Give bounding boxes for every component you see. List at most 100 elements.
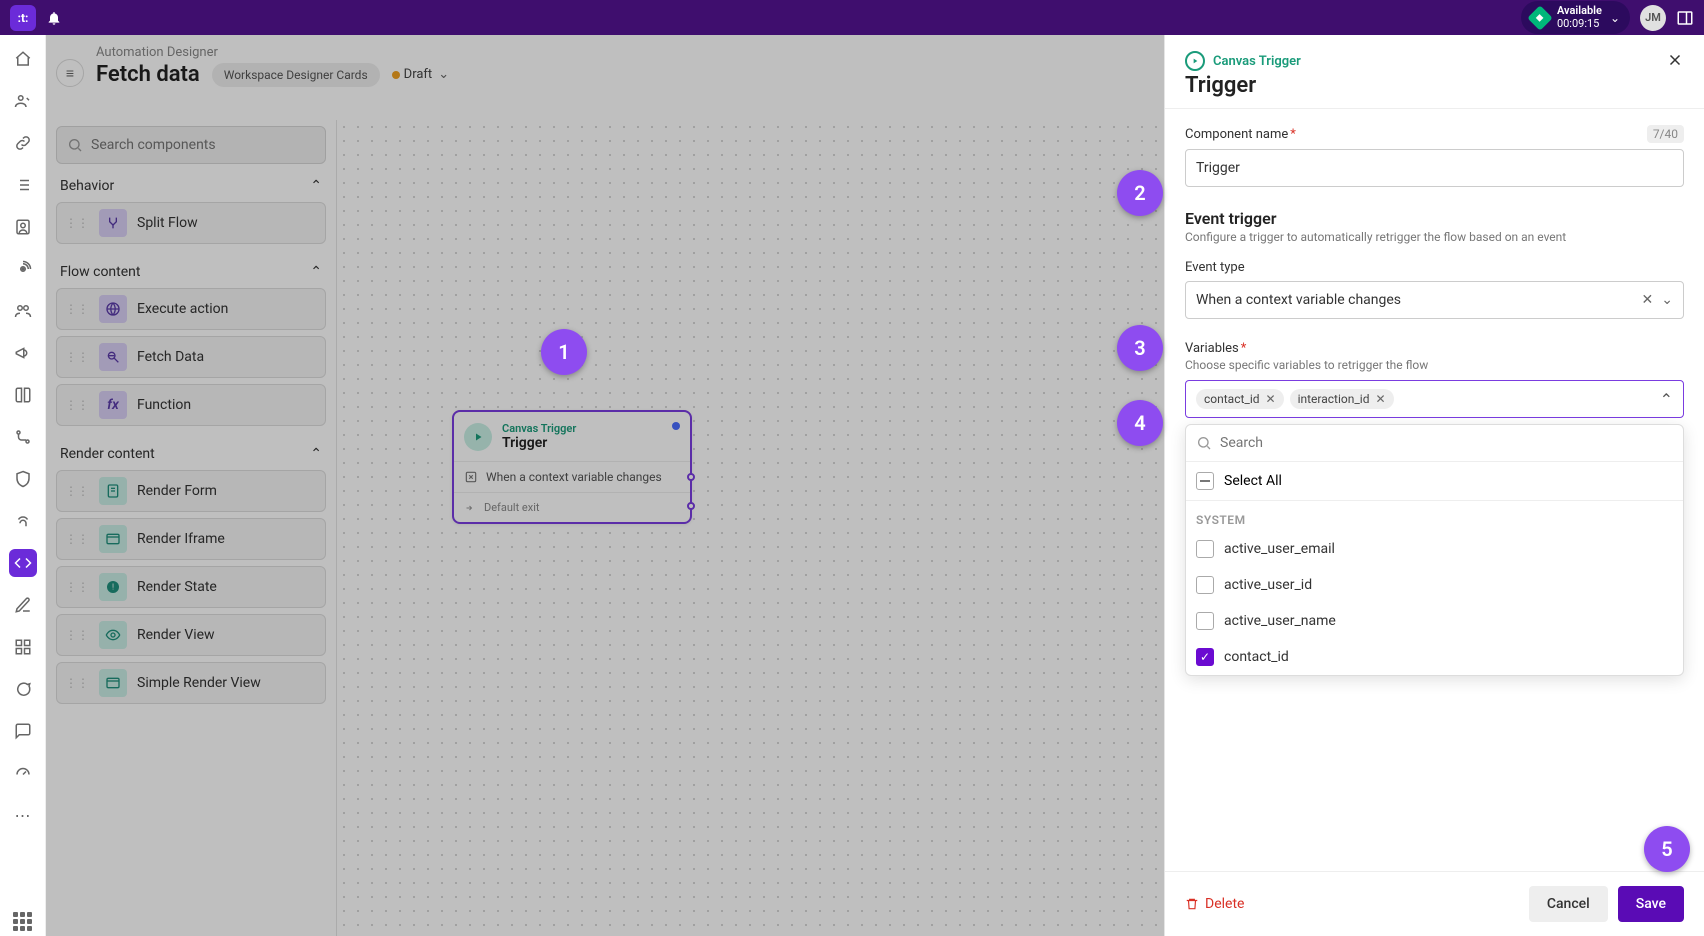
nav-more-icon[interactable]: ⋯ <box>9 801 37 829</box>
component-render-state[interactable]: ⋮⋮ ! Render State <box>56 566 326 608</box>
event-type-label: Event type <box>1185 260 1684 275</box>
variables-help: Choose specific variables to retrigger t… <box>1185 358 1684 372</box>
agent-status-pill[interactable]: ◆ Available 00:09:15 ⌄ <box>1521 1 1630 33</box>
component-function[interactable]: ⋮⋮ fx Function <box>56 384 326 426</box>
status-dot-icon <box>392 71 400 79</box>
layout-panel-icon[interactable] <box>1676 9 1694 27</box>
nav-shield-icon[interactable] <box>9 465 37 493</box>
config-panel: Canvas Trigger Trigger Component name* 7… <box>1164 35 1704 936</box>
save-button[interactable]: Save <box>1618 886 1684 922</box>
checkbox-indeterminate-icon <box>1196 472 1214 490</box>
nav-list-icon[interactable] <box>9 171 37 199</box>
component-execute-action[interactable]: ⋮⋮ Execute action <box>56 288 326 330</box>
event-type-select[interactable]: When a context variable changes ✕ ⌄ <box>1185 281 1684 319</box>
nav-people-icon[interactable] <box>9 87 37 115</box>
nav-chat-icon[interactable] <box>9 675 37 703</box>
variables-multiselect[interactable]: contact_id ✕ interaction_id ✕ ⌃ <box>1185 380 1684 418</box>
dropdown-item[interactable]: ✓ contact_id <box>1186 639 1683 675</box>
trash-icon <box>1185 897 1199 911</box>
collapse-sidebar-button[interactable]: ≡ <box>56 59 84 87</box>
nav-book-icon[interactable] <box>9 381 37 409</box>
chevron-down-icon: ⌄ <box>1610 11 1620 25</box>
nav-home-icon[interactable] <box>9 45 37 73</box>
play-circle-icon <box>1185 51 1205 71</box>
nav-flow-icon[interactable] <box>9 423 37 451</box>
section-render-content[interactable]: Render content ⌃ <box>56 432 326 470</box>
checkbox-checked-icon: ✓ <box>1196 648 1214 666</box>
nav-link-icon[interactable] <box>9 129 37 157</box>
nav-contact-icon[interactable] <box>9 213 37 241</box>
drag-handle-icon: ⋮⋮ <box>65 484 89 498</box>
canvas[interactable]: Canvas Trigger Trigger When a context va… <box>336 120 1164 936</box>
chevron-up-icon: ⌃ <box>310 446 322 462</box>
component-simple-render-view[interactable]: ⋮⋮ Simple Render View <box>56 662 326 704</box>
node-type-label: Canvas Trigger <box>502 422 576 435</box>
component-name-label: Component name* <box>1185 127 1296 142</box>
event-trigger-title: Event trigger <box>1185 209 1684 228</box>
chip-remove-icon[interactable]: ✕ <box>1266 392 1276 406</box>
apps-launcher-icon[interactable] <box>9 908 37 936</box>
form-icon <box>99 477 127 505</box>
chip-remove-icon[interactable]: ✕ <box>1375 392 1385 406</box>
nav-team-icon[interactable] <box>9 297 37 325</box>
app-logo[interactable]: :t: <box>10 5 36 31</box>
component-render-view[interactable]: ⋮⋮ Render View <box>56 614 326 656</box>
search-components-input[interactable] <box>56 126 326 164</box>
state-icon: ! <box>99 573 127 601</box>
nav-gauge-icon[interactable] <box>9 759 37 787</box>
component-fetch-data[interactable]: ⋮⋮ Fetch Data <box>56 336 326 378</box>
workspace: ≡ Automation Designer Fetch data Workspa… <box>46 35 1164 936</box>
eye-icon <box>99 621 127 649</box>
workspace-status[interactable]: Draft ⌄ <box>392 67 449 82</box>
nav-code-icon[interactable] <box>9 549 37 577</box>
nav-chat2-icon[interactable] <box>9 717 37 745</box>
nav-edit-icon[interactable] <box>9 591 37 619</box>
user-avatar[interactable]: JM <box>1640 5 1666 31</box>
function-icon: fx <box>99 391 127 419</box>
checkbox-icon <box>1196 540 1214 558</box>
chevron-up-icon: ⌃ <box>310 264 322 280</box>
nav-radar-icon[interactable] <box>9 255 37 283</box>
nav-fingerprint-icon[interactable] <box>9 507 37 535</box>
variables-dropdown: Select All SYSTEM active_user_email acti… <box>1185 424 1684 676</box>
clear-icon[interactable]: ✕ <box>1642 292 1654 308</box>
breadcrumb: Automation Designer <box>96 45 1144 60</box>
panel-type-label: Canvas Trigger <box>1185 51 1301 71</box>
annotation-4: 4 <box>1117 400 1163 446</box>
drag-handle-icon: ⋮⋮ <box>65 580 89 594</box>
section-flow-content[interactable]: Flow content ⌃ <box>56 250 326 288</box>
dropdown-item[interactable]: active_user_id <box>1186 567 1683 603</box>
drag-handle-icon: ⋮⋮ <box>65 350 89 364</box>
canvas-node-trigger[interactable]: Canvas Trigger Trigger When a context va… <box>452 410 692 524</box>
annotation-2: 2 <box>1117 170 1163 216</box>
exit-arrow-icon <box>464 502 476 514</box>
drag-handle-icon: ⋮⋮ <box>65 216 89 230</box>
notifications-icon[interactable] <box>46 10 62 26</box>
close-panel-button[interactable] <box>1666 51 1684 69</box>
delete-button[interactable]: Delete <box>1185 896 1244 912</box>
search-icon <box>67 137 83 153</box>
section-behavior[interactable]: Behavior ⌃ <box>56 164 326 202</box>
component-name-input[interactable] <box>1185 149 1684 187</box>
annotation-1: 1 <box>541 329 587 375</box>
drag-handle-icon: ⋮⋮ <box>65 676 89 690</box>
panel-title: Trigger <box>1185 73 1301 98</box>
component-render-form[interactable]: ⋮⋮ Render Form <box>56 470 326 512</box>
component-split-flow[interactable]: ⋮⋮ Split Flow <box>56 202 326 244</box>
iframe-icon <box>99 525 127 553</box>
cancel-button[interactable]: Cancel <box>1529 886 1608 922</box>
dropdown-item[interactable]: active_user_name <box>1186 603 1683 639</box>
component-render-iframe[interactable]: ⋮⋮ Render Iframe <box>56 518 326 560</box>
dropdown-search[interactable] <box>1186 425 1683 461</box>
variable-icon <box>464 470 478 484</box>
node-default-exit-row: Default exit <box>454 493 690 522</box>
dropdown-item[interactable]: active_user_email <box>1186 531 1683 567</box>
dropdown-select-all[interactable]: Select All <box>1186 461 1683 501</box>
nav-grid-icon[interactable] <box>9 633 37 661</box>
drag-handle-icon: ⋮⋮ <box>65 628 89 642</box>
node-title: Trigger <box>502 435 576 451</box>
chevron-up-icon: ⌃ <box>310 178 322 194</box>
nav-megaphone-icon[interactable] <box>9 339 37 367</box>
svg-text:!: ! <box>112 583 114 592</box>
status-label: Available <box>1557 5 1602 17</box>
